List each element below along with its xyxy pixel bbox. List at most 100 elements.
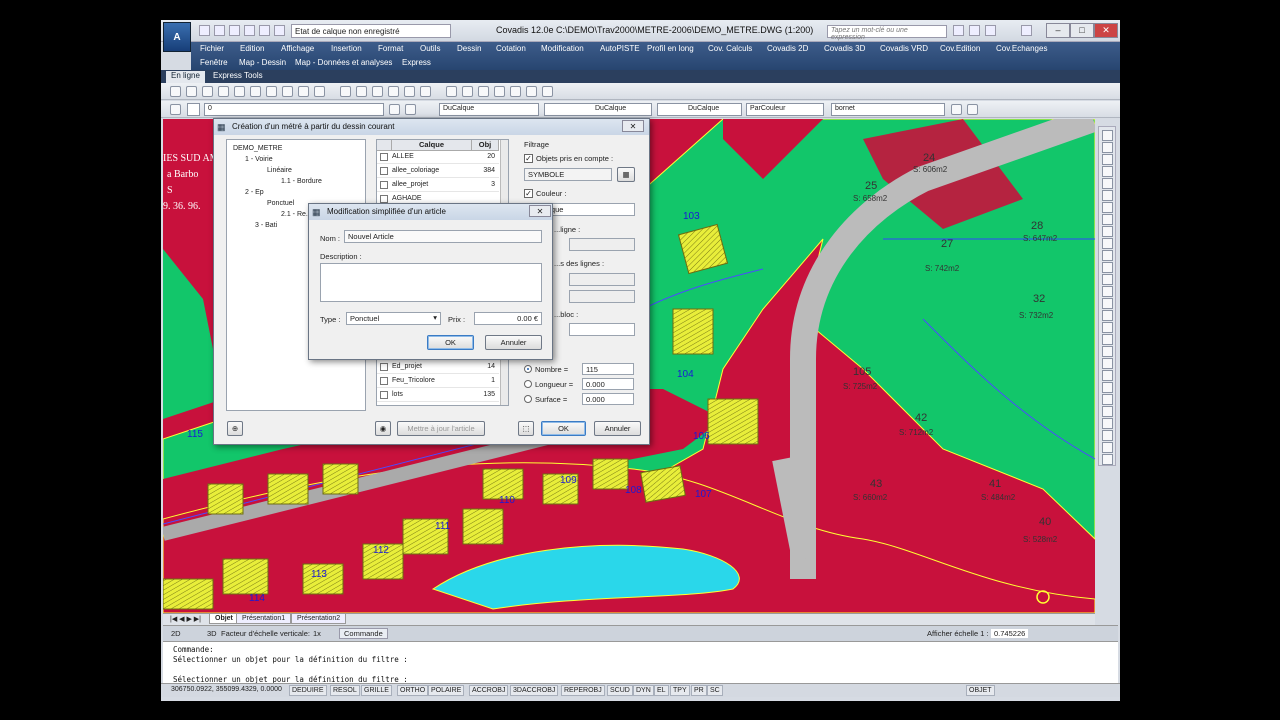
color-select[interactable]: DuCalque	[439, 103, 539, 116]
favorites-icon[interactable]	[985, 25, 996, 36]
description-field[interactable]	[320, 263, 542, 302]
menu-outils[interactable]: Outils	[420, 44, 440, 53]
close-button[interactable]: ✕	[1094, 23, 1118, 38]
tab-objet[interactable]: Objet	[209, 614, 239, 624]
color-combo[interactable]: ...ique	[539, 203, 635, 216]
tree-node-lineaire[interactable]: Linéaire	[267, 167, 292, 174]
ellipse-icon[interactable]	[1102, 226, 1113, 237]
surface-radio[interactable]	[524, 395, 532, 403]
open-icon[interactable]	[214, 25, 225, 36]
layer-header-obj[interactable]: Obj	[472, 140, 499, 151]
objects-checkbox[interactable]: ✓	[524, 154, 533, 163]
new-icon[interactable]	[170, 86, 181, 97]
status-toggle-scud[interactable]: SCUD	[607, 685, 633, 696]
copy-icon[interactable]	[282, 86, 293, 97]
tab-presentation1[interactable]: Présentation1	[236, 614, 292, 624]
help-icon[interactable]	[1102, 334, 1113, 345]
layer-row[interactable]: allee_projet 3	[377, 179, 499, 192]
search-icon[interactable]	[953, 25, 964, 36]
command-line[interactable]: Commande: Sélectionner un objet pour la …	[163, 641, 1118, 684]
comm-center-icon[interactable]	[969, 25, 980, 36]
layer-checkbox[interactable]	[380, 195, 388, 203]
undo-icon[interactable]	[244, 25, 255, 36]
insert-block-icon[interactable]	[1102, 238, 1113, 249]
preview-icon[interactable]	[234, 86, 245, 97]
layer-row[interactable]: Feu_Tricolore 1	[377, 375, 499, 388]
plotstyle-select[interactable]: ParCouleur	[746, 103, 824, 116]
new-icon[interactable]	[199, 25, 210, 36]
arc-icon[interactable]	[1102, 178, 1113, 189]
workspace-select[interactable]: Etat de calque non enregistré	[291, 24, 451, 38]
tree-node-bati[interactable]: 3 - Bati	[255, 222, 277, 229]
menu-map-dessin[interactable]: Map - Dessin	[239, 58, 286, 67]
command-button[interactable]: Commande	[339, 628, 388, 639]
menu-covadis-3d[interactable]: Covadis 3D	[824, 44, 865, 53]
save-icon[interactable]	[229, 25, 240, 36]
vertical-scale-value[interactable]: 1x	[313, 629, 321, 638]
tree-node-ep[interactable]: 2 - Ep	[245, 189, 264, 196]
make-current-icon[interactable]	[389, 104, 400, 115]
point-icon[interactable]	[1102, 262, 1113, 273]
line-types-combo[interactable]	[569, 273, 635, 286]
tab-presentation2[interactable]: Présentation2	[291, 614, 347, 624]
print-icon[interactable]	[218, 86, 229, 97]
menu-modification[interactable]: Modification	[541, 44, 584, 53]
tree-tool-icon[interactable]: ⊕	[227, 421, 243, 436]
menu-profil[interactable]: Profil en long	[647, 44, 694, 53]
orbit-icon[interactable]	[1102, 454, 1113, 465]
layer-previous-icon[interactable]	[405, 104, 416, 115]
status-toggle-reperobj[interactable]: REPEROBJ	[561, 685, 605, 696]
nombre-field[interactable]: 115	[582, 363, 634, 375]
tree-node-bordure[interactable]: 1.1 - Bordure	[281, 178, 322, 185]
trim-icon[interactable]	[1102, 418, 1113, 429]
article-close-button[interactable]: ✕	[529, 205, 551, 217]
revcloud-icon[interactable]	[1102, 202, 1113, 213]
layer-manager-icon[interactable]	[170, 104, 181, 115]
extend-icon[interactable]	[1102, 430, 1113, 441]
mtext-icon[interactable]	[1102, 322, 1113, 333]
tab-en-ligne[interactable]: En ligne	[166, 71, 205, 83]
longueur-radio[interactable]	[524, 380, 532, 388]
style-settings-icon[interactable]	[951, 104, 962, 115]
tab-nav-arrows[interactable]: |◀ ◀ ▶ ▶|	[165, 614, 206, 624]
pan-icon[interactable]	[372, 86, 383, 97]
status-toggle-el[interactable]: EL	[654, 685, 669, 696]
spline-icon[interactable]	[1102, 214, 1113, 225]
ok-button[interactable]: OK	[541, 421, 586, 436]
zoom-icon[interactable]	[388, 86, 399, 97]
surface-field[interactable]: 0.000	[582, 393, 634, 405]
cut-icon[interactable]	[266, 86, 277, 97]
layer-checkbox[interactable]	[380, 391, 388, 399]
copy-icon[interactable]	[1102, 370, 1113, 381]
layer-state-icon[interactable]	[187, 103, 200, 116]
status-toggle-polaire[interactable]: POLAIRE	[428, 685, 465, 696]
markup-icon[interactable]	[510, 86, 521, 97]
block-combo[interactable]	[569, 323, 635, 336]
status-toggle-tpy[interactable]: TPY	[670, 685, 690, 696]
publish-icon[interactable]	[250, 86, 261, 97]
mode-2d-button[interactable]: 2D	[171, 629, 181, 638]
tool-palette-icon[interactable]	[478, 86, 489, 97]
tree-node-ponctuel[interactable]: Ponctuel	[267, 200, 294, 207]
menu-covadis-2d[interactable]: Covadis 2D	[767, 44, 808, 53]
type-select[interactable]: Ponctuel ▾	[346, 312, 441, 325]
menu-dessin[interactable]: Dessin	[457, 44, 481, 53]
article-ok-button[interactable]: OK	[427, 335, 474, 350]
layer-row[interactable]: Ed_projet 14	[377, 361, 499, 374]
redo-icon[interactable]	[259, 25, 270, 36]
undo-icon[interactable]	[340, 86, 351, 97]
layer-checkbox[interactable]	[380, 167, 388, 175]
mode-3d-button[interactable]: 3D	[207, 629, 217, 638]
layer-checkbox[interactable]	[380, 377, 388, 385]
status-toggle-ortho[interactable]: ORTHO	[397, 685, 429, 696]
nombre-radio[interactable]	[524, 365, 532, 373]
status-toggle-sc[interactable]: SC	[707, 685, 723, 696]
scale-ratio-field[interactable]: 0.745226	[991, 629, 1029, 638]
layer-checkbox[interactable]	[380, 363, 388, 371]
menu-express[interactable]: Express	[402, 58, 431, 67]
layer-row[interactable]: lots 135	[377, 389, 499, 402]
menu-edition[interactable]: Edition	[240, 44, 264, 53]
price-field[interactable]: 0.00 €	[474, 312, 542, 325]
hatch-icon[interactable]	[1102, 274, 1113, 285]
tab-express-tools[interactable]: Express Tools	[208, 71, 268, 80]
